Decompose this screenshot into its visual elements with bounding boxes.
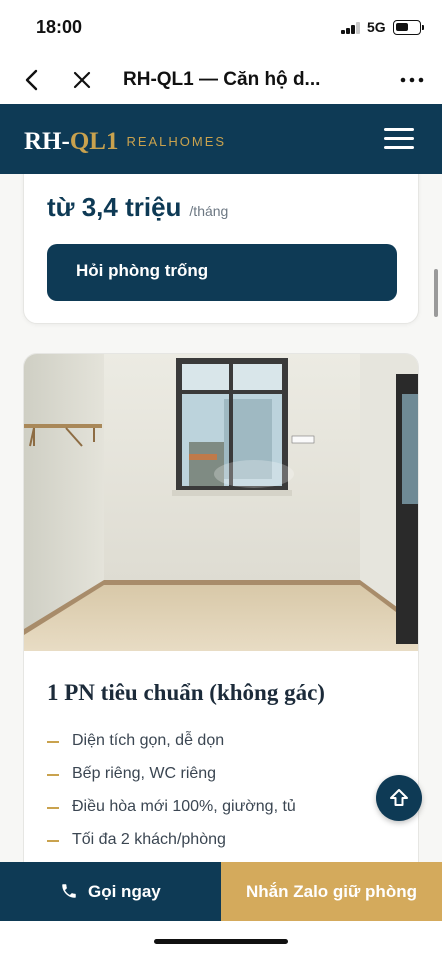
page-content: từ 3,4 triệu/tháng Hỏi phòng trống 1 PN … <box>0 174 442 862</box>
call-now-label: Gọi ngay <box>88 882 161 901</box>
status-bar: 18:00 5G <box>0 0 442 56</box>
room-photo[interactable] <box>24 354 418 651</box>
close-icon[interactable] <box>68 66 96 94</box>
battery-icon <box>393 20 424 35</box>
network-type: 5G <box>367 19 386 35</box>
scroll-to-top-button[interactable] <box>376 775 422 821</box>
browser-page-title: RH-QL1 — Căn hộ d... <box>123 69 321 90</box>
phone-icon <box>62 884 76 898</box>
site-header: RH-QL1 REALHOMES <box>0 104 442 174</box>
room-features: Diện tích gọn, dễ dọn Bếp riêng, WC riên… <box>47 732 296 862</box>
room-title: 1 PN tiêu chuẩn (không gác) <box>47 680 325 705</box>
ask-availability-button[interactable]: Hỏi phòng trống <box>47 244 397 301</box>
price-line: từ 3,4 triệu/tháng <box>47 192 228 223</box>
price-amount: từ 3,4 triệu <box>47 192 182 222</box>
arrow-up-icon <box>390 789 408 806</box>
home-indicator-area <box>0 921 442 960</box>
feature-item: Điều hòa mới 100%, giường, tủ <box>47 798 296 831</box>
feature-item: Diện tích gọn, dễ dọn <box>47 732 296 765</box>
logo-accent: QL1 <box>69 128 119 155</box>
browser-toolbar: RH-QL1 — Căn hộ d... <box>0 56 442 104</box>
feature-item: Tối đa 2 khách/phòng <box>47 831 296 862</box>
scrollbar-thumb[interactable] <box>434 269 438 317</box>
logo-subtitle: REALHOMES <box>126 134 227 149</box>
menu-icon[interactable] <box>384 128 414 150</box>
back-icon[interactable] <box>18 66 46 94</box>
price-unit: /tháng <box>189 203 229 219</box>
call-now-button[interactable]: Gọi ngay <box>0 862 221 921</box>
bottom-cta-bar: Gọi ngay Nhắn Zalo giữ phòng <box>0 862 442 921</box>
zalo-message-button[interactable]: Nhắn Zalo giữ phòng <box>221 862 442 921</box>
logo-prefix: RH- <box>24 128 70 155</box>
site-logo[interactable]: RH-QL1 REALHOMES <box>24 128 226 156</box>
feature-item: Bếp riêng, WC riêng <box>47 765 296 798</box>
room-card: 1 PN tiêu chuẩn (không gác) Diện tích gọ… <box>23 353 419 862</box>
status-time: 18:00 <box>36 17 83 37</box>
home-indicator[interactable] <box>154 939 288 944</box>
price-card: từ 3,4 triệu/tháng Hỏi phòng trống <box>23 174 419 324</box>
more-options-icon[interactable] <box>398 66 426 94</box>
cellular-signal-icon <box>341 22 361 34</box>
